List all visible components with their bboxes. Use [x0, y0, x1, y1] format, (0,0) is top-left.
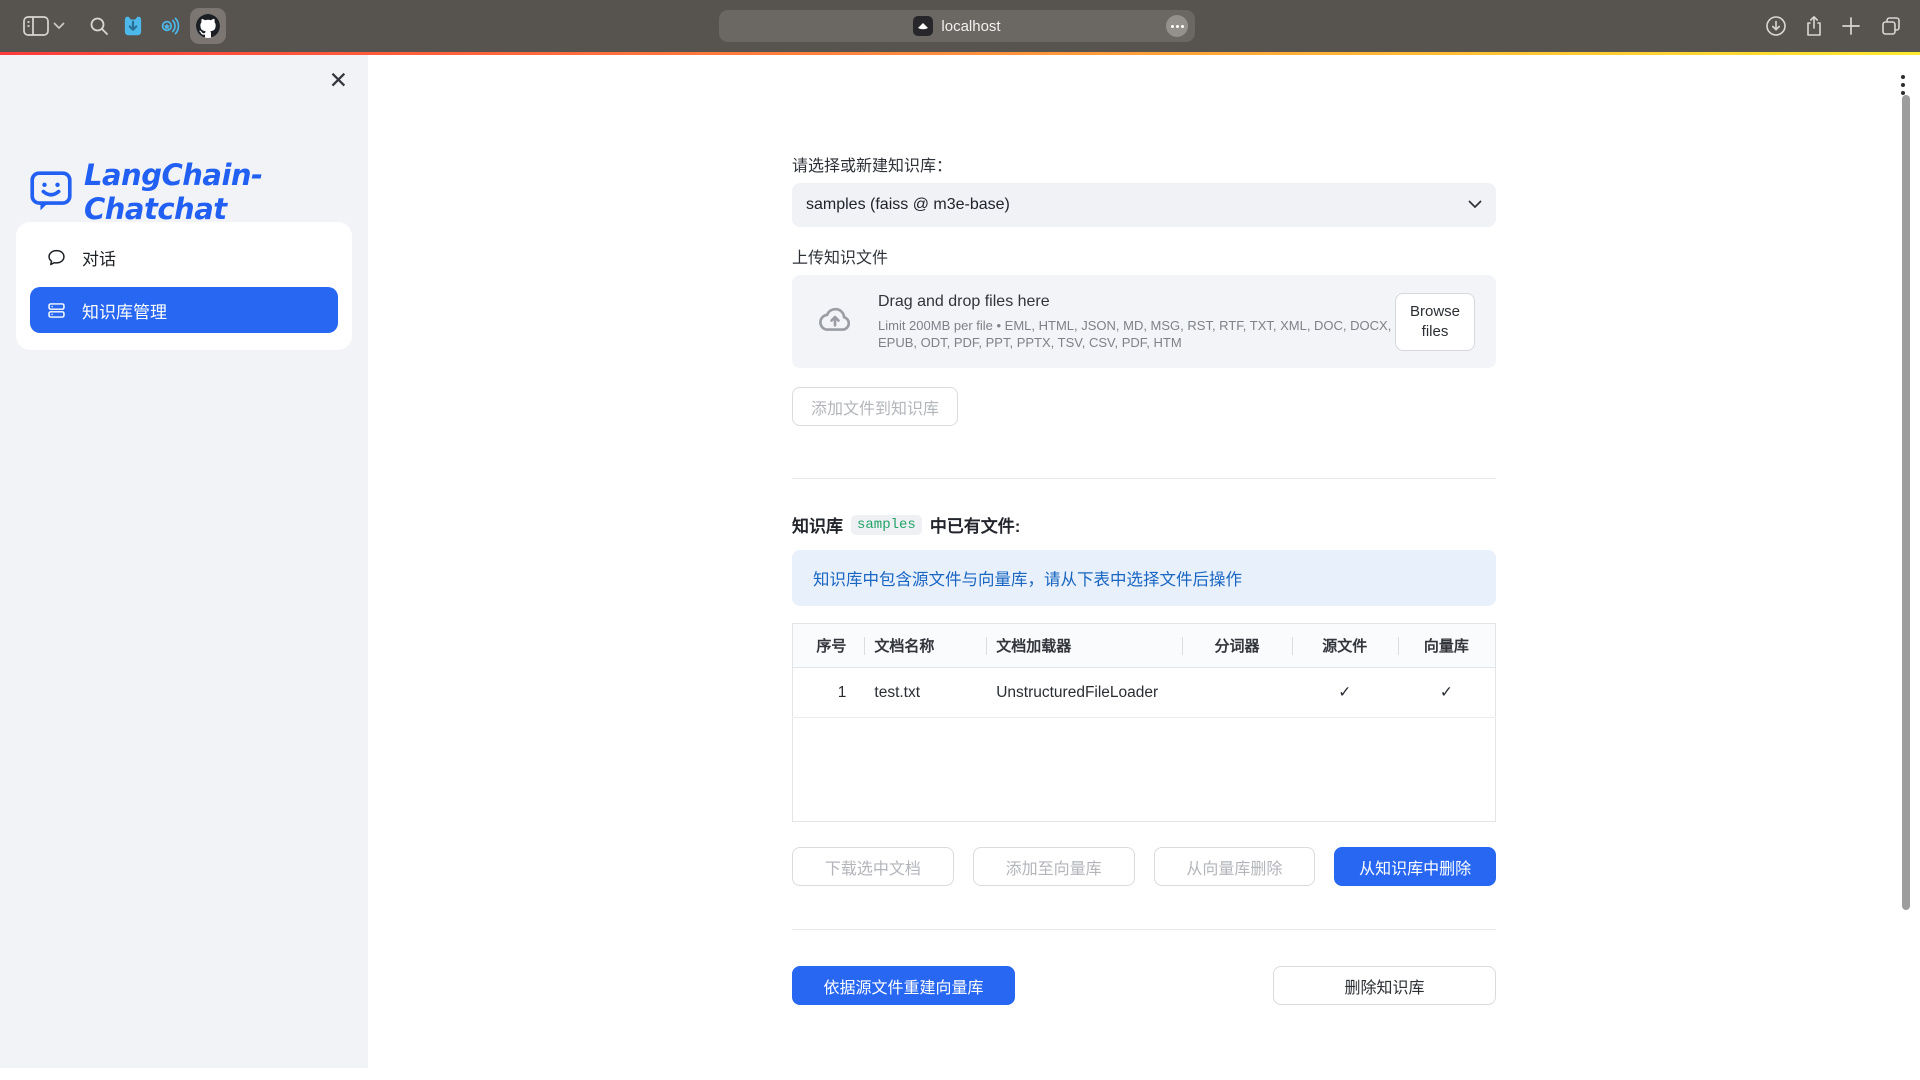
- sidebar: ✕ LangChain-Chatchat 对: [0, 55, 368, 1068]
- address-bar[interactable]: localhost: [719, 10, 1195, 42]
- col-header-index: 序号: [793, 624, 865, 668]
- sidebar-item-label: 对话: [82, 245, 116, 270]
- cell-index: 1: [793, 668, 865, 718]
- close-icon[interactable]: ✕: [329, 69, 348, 92]
- sidebar-toggle-icon[interactable]: [21, 13, 51, 39]
- delete-kb-button[interactable]: 删除知识库: [1273, 966, 1496, 1005]
- kb-files-table[interactable]: 序号 文档名称 文档加载器 分词器 源文件 向量库 1 test.txt Uns…: [792, 623, 1496, 822]
- col-header-filename: 文档名称: [864, 624, 986, 668]
- info-alert-text: 知识库中包含源文件与向量库，请从下表中选择文件后操作: [813, 566, 1242, 590]
- dropzone-title: Drag and drop files here: [878, 293, 1395, 311]
- heading-prefix: 知识库: [792, 512, 843, 537]
- share-icon[interactable]: [1803, 14, 1825, 38]
- add-to-vector-store-button[interactable]: 添加至向量库: [973, 847, 1135, 886]
- file-action-buttons: 下载选中文档 添加至向量库 从向量库删除 从知识库中删除: [792, 847, 1496, 886]
- table-empty-area: [793, 718, 1496, 822]
- sidebar-item-label: 知识库管理: [82, 298, 167, 323]
- heading-suffix: 中已有文件:: [930, 512, 1021, 537]
- cloud-upload-icon: [814, 298, 856, 345]
- database-icon: [46, 299, 68, 321]
- col-header-source: 源文件: [1292, 624, 1398, 668]
- sidebar-item-kb-management[interactable]: 知识库管理: [30, 287, 338, 333]
- download-icon[interactable]: [1764, 14, 1788, 38]
- add-files-to-kb-button[interactable]: 添加文件到知识库: [792, 387, 958, 426]
- page: ✕ LangChain-Chatchat 对: [0, 55, 1920, 1080]
- kb-action-buttons: 依据源文件重建向量库 删除知识库: [792, 966, 1496, 1005]
- address-url: localhost: [941, 18, 1000, 35]
- new-tab-icon[interactable]: [1840, 15, 1862, 37]
- cell-vector-check: ✓: [1398, 668, 1496, 718]
- nav-menu: 对话 知识库管理: [16, 222, 352, 350]
- file-dropzone[interactable]: Drag and drop files here Limit 200MB per…: [792, 275, 1496, 368]
- kb-select-value: samples (faiss @ m3e-base): [806, 196, 1010, 214]
- remove-from-vector-store-button[interactable]: 从向量库删除: [1154, 847, 1316, 886]
- github-icon[interactable]: [190, 8, 226, 44]
- browser-toolbar: localhost: [0, 0, 1920, 52]
- main-content: 请选择或新建知识库： samples (faiss @ m3e-base) 上传…: [368, 55, 1920, 1080]
- extension-cat-icon[interactable]: [120, 13, 146, 39]
- chevron-down-icon: [1468, 196, 1482, 214]
- extension-circles-icon[interactable]: [155, 13, 181, 39]
- browse-files-button[interactable]: Browse files: [1395, 293, 1475, 351]
- kb-select[interactable]: samples (faiss @ m3e-base): [792, 183, 1496, 227]
- page-scrollbar[interactable]: [1902, 95, 1910, 910]
- table-row[interactable]: 1 test.txt UnstructuredFileLoader ✓ ✓: [793, 668, 1496, 718]
- kb-select-label: 请选择或新建知识库：: [792, 152, 1496, 176]
- search-icon[interactable]: [88, 15, 110, 37]
- col-header-loader: 文档加载器: [986, 624, 1182, 668]
- address-more-icon[interactable]: [1166, 15, 1188, 37]
- divider: [792, 929, 1496, 930]
- logo-text: LangChain-Chatchat: [84, 158, 368, 226]
- logo-chat-icon: [28, 167, 74, 218]
- site-favicon: [913, 16, 933, 36]
- delete-from-kb-button[interactable]: 从知识库中删除: [1334, 847, 1496, 886]
- upload-label: 上传知识文件: [792, 244, 1496, 268]
- divider: [792, 478, 1496, 479]
- existing-files-heading: 知识库 samples 中已有文件:: [792, 512, 1496, 537]
- info-alert: 知识库中包含源文件与向量库，请从下表中选择文件后操作: [792, 550, 1496, 606]
- download-selected-button[interactable]: 下载选中文档: [792, 847, 954, 886]
- rebuild-vector-store-button[interactable]: 依据源文件重建向量库: [792, 966, 1015, 1005]
- col-header-vector: 向量库: [1398, 624, 1496, 668]
- tabs-overview-icon[interactable]: [1879, 14, 1903, 38]
- cell-loader: UnstructuredFileLoader: [986, 668, 1182, 718]
- sidebar-item-chat[interactable]: 对话: [30, 234, 338, 280]
- table-header-row: 序号 文档名称 文档加载器 分词器 源文件 向量库: [793, 624, 1496, 668]
- cell-source-check: ✓: [1292, 668, 1398, 718]
- cell-splitter: [1182, 668, 1292, 718]
- dropzone-limit: Limit 200MB per file • EML, HTML, JSON, …: [878, 317, 1393, 351]
- main-menu-kebab-icon[interactable]: [1901, 75, 1905, 95]
- cell-filename: test.txt: [864, 668, 986, 718]
- col-header-splitter: 分词器: [1182, 624, 1292, 668]
- chevron-down-icon[interactable]: [53, 22, 65, 30]
- chat-bubble-icon: [46, 246, 68, 268]
- app-logo: LangChain-Chatchat: [28, 158, 368, 226]
- kb-name-code: samples: [851, 515, 922, 535]
